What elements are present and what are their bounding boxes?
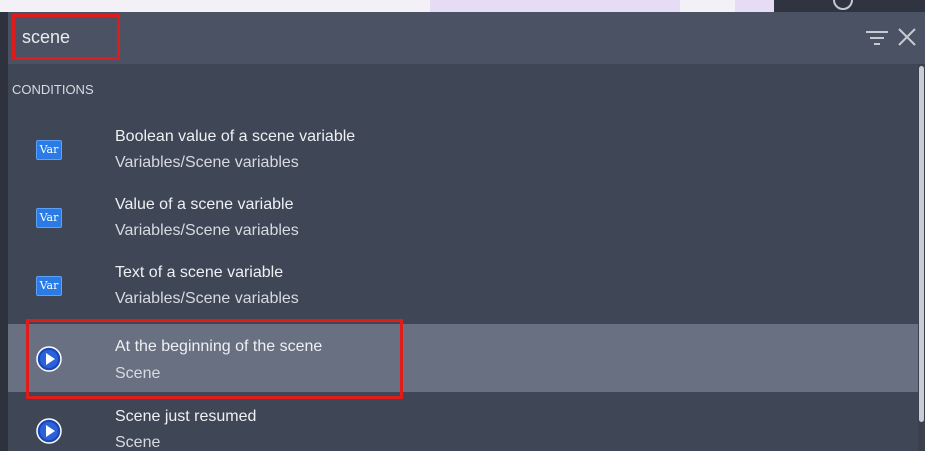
- section-header: CONDITIONS: [12, 82, 94, 97]
- scrollbar[interactable]: [918, 64, 925, 451]
- item-subtitle: Variables/Scene variables: [115, 154, 299, 171]
- item-title: Boolean value of a scene variable: [115, 128, 356, 145]
- play-scene-icon: [36, 346, 62, 372]
- instruction-search-panel: CONDITIONS Var Boolean value of a scene …: [0, 0, 925, 451]
- list-item-selected[interactable]: At the beginning of the scene Scene: [8, 324, 918, 392]
- background-highlight: [735, 0, 775, 12]
- list-item[interactable]: Scene just resumed Scene: [8, 398, 918, 451]
- list-item[interactable]: Var Boolean value of a scene variable Va…: [8, 116, 918, 182]
- background-page-strip: [0, 0, 925, 12]
- list-item[interactable]: Var Text of a scene variable Variables/S…: [8, 252, 918, 318]
- variable-icon: Var: [36, 208, 62, 228]
- variable-icon: Var: [36, 140, 62, 160]
- item-title: Value of a scene variable: [115, 196, 294, 213]
- item-subtitle: Variables/Scene variables: [115, 290, 299, 307]
- close-icon[interactable]: [898, 28, 916, 46]
- item-subtitle: Variables/Scene variables: [115, 222, 299, 239]
- variable-icon: Var: [36, 276, 62, 296]
- item-title: At the beginning of the scene: [115, 338, 323, 355]
- filter-icon[interactable]: [866, 30, 888, 46]
- results-list: CONDITIONS Var Boolean value of a scene …: [8, 64, 918, 451]
- item-title: Scene just resumed: [115, 408, 257, 425]
- left-edge: [0, 12, 8, 451]
- play-scene-icon: [36, 418, 62, 444]
- search-highlight-box: [12, 14, 120, 60]
- item-subtitle: Scene: [115, 434, 161, 451]
- item-title: Text of a scene variable: [115, 264, 284, 281]
- background-highlight: [430, 0, 680, 12]
- list-item[interactable]: Var Value of a scene variable Variables/…: [8, 184, 918, 250]
- search-bar: [8, 12, 925, 64]
- scrollbar-thumb[interactable]: [919, 66, 924, 422]
- item-subtitle: Scene: [115, 365, 161, 382]
